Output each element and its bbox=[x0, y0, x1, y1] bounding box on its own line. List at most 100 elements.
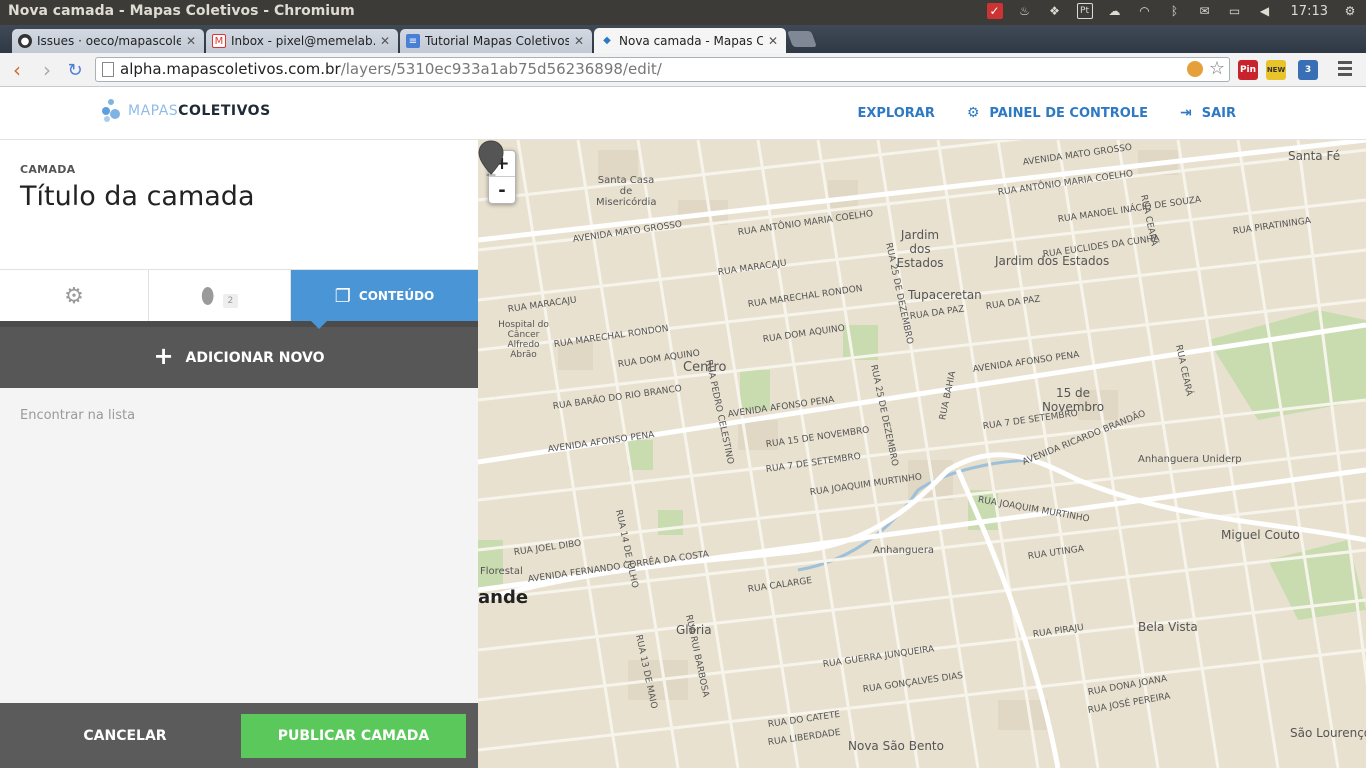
map-area-label: Jardim dos Estados bbox=[995, 254, 1110, 268]
wifi-icon[interactable]: ◠ bbox=[1137, 3, 1153, 19]
tab-settings[interactable]: ⚙ bbox=[0, 270, 149, 322]
logo-text-light: MAPAS bbox=[128, 103, 179, 119]
language-indicator[interactable]: Pt bbox=[1076, 3, 1093, 19]
features-count-badge: 2 bbox=[222, 294, 239, 308]
add-new-button[interactable]: + ADICIONAR NOVO bbox=[0, 321, 478, 388]
map-area-label: São Lourenço bbox=[1290, 726, 1366, 740]
new-tab-button[interactable] bbox=[787, 31, 817, 47]
tab-label: Nova camada - Mapas Cole bbox=[619, 33, 763, 48]
tab-content[interactable]: ❐ CONTEÚDO bbox=[291, 270, 478, 322]
mapas-icon: ◆ bbox=[603, 35, 611, 46]
address-bar[interactable]: alpha.mapascoletivos.com.br/layers/5310e… bbox=[95, 57, 1230, 82]
github-icon: ● bbox=[18, 34, 32, 48]
map-area-label: Nova São Bento bbox=[848, 739, 944, 753]
gear-icon: ⚙ bbox=[966, 105, 980, 121]
tab-label: Tutorial Mapas Coletivos - bbox=[425, 34, 569, 48]
map-area-label: Jardim dos Estados bbox=[896, 228, 944, 270]
map-area-label: Tupaceretan bbox=[908, 288, 982, 302]
map-area-label: Santa Fé bbox=[1288, 149, 1341, 163]
window-title: Nova camada - Mapas Coletivos - Chromium bbox=[8, 3, 355, 19]
dropbox-icon[interactable]: ❖ bbox=[1047, 3, 1063, 19]
mapas-coletivos-logo[interactable]: MAPAS COLETIVOS bbox=[102, 99, 271, 123]
close-icon[interactable]: ✕ bbox=[574, 34, 584, 48]
blocked-cookie-icon[interactable] bbox=[1187, 61, 1203, 77]
tab-content-label: CONTEÚDO bbox=[358, 289, 435, 303]
bookmark-star-icon[interactable]: ☆ bbox=[1209, 58, 1225, 79]
tab-label: Issues · oeco/mapascoletiv bbox=[37, 34, 181, 48]
logout-label: SAIR bbox=[1201, 105, 1236, 121]
map-area-label: Anhanguera Uniderp bbox=[1138, 454, 1242, 465]
map-area-label: 15 de Novembro bbox=[1041, 386, 1105, 414]
close-icon[interactable]: ✕ bbox=[768, 34, 778, 48]
cancel-button[interactable]: CANCELAR bbox=[10, 714, 240, 758]
close-icon[interactable]: ✕ bbox=[186, 34, 196, 48]
power-gear-icon[interactable]: ⚙ bbox=[1342, 3, 1358, 19]
layer-editor-panel: CAMADA Título da camada ⚙ ⬮ 2 ❐ CONTEÚDO… bbox=[0, 140, 478, 768]
tab-label: Inbox - pixel@memelab.co bbox=[231, 34, 375, 48]
tab-github[interactable]: ● Issues · oeco/mapascoletiv ✕ bbox=[12, 29, 204, 53]
browser-tab-strip: ● Issues · oeco/mapascoletiv ✕ M Inbox -… bbox=[0, 25, 1366, 53]
clock[interactable]: 17:13 bbox=[1291, 4, 1328, 19]
map-area-label: Centro bbox=[683, 360, 727, 375]
map-marker-icon: ⬮ bbox=[200, 283, 215, 309]
app-header: MAPAS COLETIVOS EXPLORAR ⚙ PAINEL DE CONT… bbox=[0, 87, 1366, 140]
publish-layer-button[interactable]: PUBLICAR CAMADA bbox=[241, 714, 466, 758]
plus-icon: + bbox=[153, 342, 174, 370]
panel-tabs: ⚙ ⬮ 2 ❐ CONTEÚDO bbox=[0, 269, 478, 322]
mail-check-icon[interactable]: ✓ bbox=[986, 3, 1003, 19]
tab-features[interactable]: ⬮ 2 bbox=[149, 270, 291, 322]
gear-icon: ⚙ bbox=[64, 283, 84, 309]
back-arrow-icon[interactable]: ‹ bbox=[6, 58, 28, 82]
map-area-label: Anhanguera bbox=[873, 545, 935, 556]
active-tab-pointer bbox=[310, 320, 328, 329]
gmail-icon: M bbox=[212, 34, 226, 48]
map-area-label: Bela Vista bbox=[1138, 620, 1198, 634]
counter-extension-icon[interactable]: 3 bbox=[1298, 60, 1318, 80]
sign-out-icon: ⇥ bbox=[1179, 105, 1192, 121]
map-area-label: Glória bbox=[676, 623, 712, 637]
dashboard-link[interactable]: ⚙ PAINEL DE CONTROLE bbox=[967, 105, 1148, 121]
map-area-label: Santa Casa de Misericórdia bbox=[596, 175, 657, 208]
tab-gmail[interactable]: M Inbox - pixel@memelab.co ✕ bbox=[206, 29, 398, 53]
layer-eyebrow: CAMADA bbox=[20, 163, 76, 176]
docs-icon: ≡ bbox=[406, 34, 420, 48]
layer-title-area: CAMADA Título da camada bbox=[0, 140, 478, 269]
url-host: alpha.mapascoletivos.com.br bbox=[120, 60, 341, 78]
page-icon bbox=[102, 62, 114, 77]
url-path: /layers/5310ec933a1ab75d56236898/edit/ bbox=[340, 60, 662, 78]
tab-active-mapas[interactable]: ◆ Nova camada - Mapas Cole ✕ bbox=[594, 28, 786, 53]
top-navigation: EXPLORAR ⚙ PAINEL DE CONTROLE ⇥ SAIR bbox=[857, 105, 1236, 121]
map-marker-icon[interactable] bbox=[478, 140, 504, 176]
logo-dots-icon bbox=[102, 99, 122, 123]
list-search-input[interactable]: Encontrar na lista bbox=[20, 408, 135, 423]
dashboard-label: PAINEL DE CONTROLE bbox=[989, 105, 1148, 121]
logo-text-bold: COLETIVOS bbox=[178, 103, 271, 119]
zoom-out-button[interactable]: - bbox=[489, 177, 515, 203]
explore-link[interactable]: EXPLORAR bbox=[857, 105, 934, 121]
tab-docs[interactable]: ≡ Tutorial Mapas Coletivos - ✕ bbox=[400, 29, 592, 53]
volume-icon[interactable]: ◀ bbox=[1257, 3, 1273, 19]
system-tray: ✓ ♨ ❖ Pt ☁ ◠ ᛒ ✉ ▭ ◀ 17:13 ⚙ bbox=[986, 3, 1358, 19]
close-icon[interactable]: ✕ bbox=[380, 34, 390, 48]
os-top-bar: Nova camada - Mapas Coletivos - Chromium… bbox=[0, 0, 1366, 25]
explore-label: EXPLORAR bbox=[857, 105, 935, 121]
add-new-label: ADICIONAR NOVO bbox=[185, 349, 325, 366]
panel-footer: CANCELAR PUBLICAR CAMADA bbox=[0, 703, 478, 768]
map-area-label: Florestal bbox=[480, 566, 523, 577]
layer-title[interactable]: Título da camada bbox=[20, 181, 254, 212]
map-view[interactable]: + - AVENIDA MATO GROSSO AVENIDA MATO GRO… bbox=[478, 140, 1366, 768]
content-stack-icon: ❐ bbox=[334, 285, 351, 307]
browser-toolbar: ‹ › ↻ alpha.mapascoletivos.com.br/layers… bbox=[0, 53, 1366, 87]
bluetooth-icon[interactable]: ᛒ bbox=[1167, 3, 1183, 19]
cloud-icon[interactable]: ☁ bbox=[1107, 3, 1123, 19]
reload-icon[interactable]: ↻ bbox=[64, 59, 86, 81]
pinterest-extension-icon[interactable]: Pin bbox=[1238, 60, 1258, 80]
forward-arrow-icon[interactable]: › bbox=[36, 58, 58, 82]
new-extension-icon[interactable]: NEW bbox=[1266, 60, 1286, 80]
map-city-label: ande bbox=[478, 587, 529, 608]
logout-link[interactable]: ⇥ SAIR bbox=[1180, 105, 1236, 121]
battery-icon[interactable]: ▭ bbox=[1227, 3, 1243, 19]
messages-icon[interactable]: ✉ bbox=[1197, 3, 1213, 19]
thermometer-icon[interactable]: ♨ bbox=[1017, 3, 1033, 19]
menu-icon[interactable] bbox=[1338, 61, 1352, 79]
